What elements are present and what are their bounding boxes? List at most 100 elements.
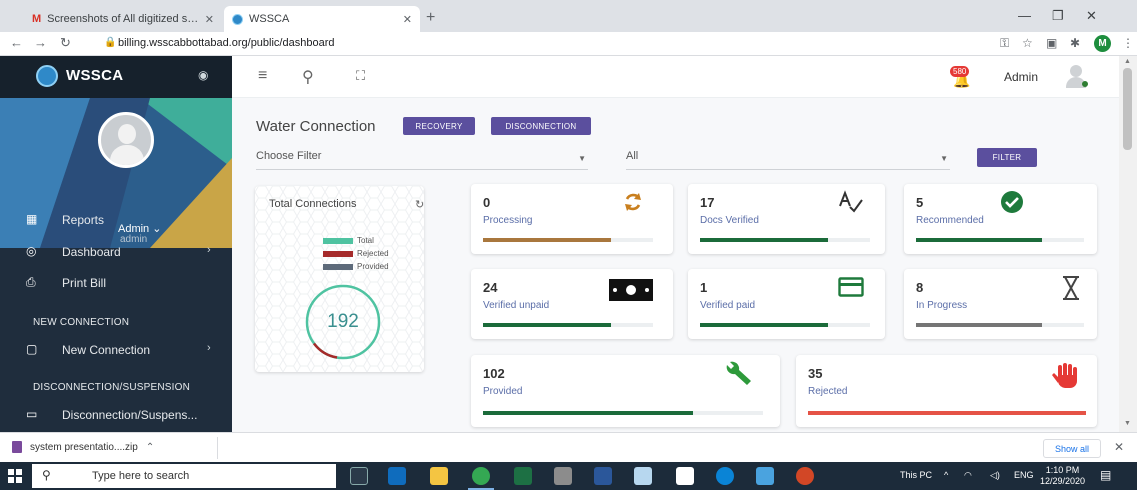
task-view-icon[interactable]: [350, 467, 368, 485]
filter-value-select[interactable]: All ▼: [626, 150, 950, 170]
edge-icon[interactable]: [716, 467, 734, 485]
tab-screenshots[interactable]: M Screenshots of All digitized syste ✕: [24, 6, 222, 32]
excel-icon[interactable]: [514, 467, 532, 485]
taskbar-clock[interactable]: 1:10 PM 12/29/2020: [1040, 465, 1085, 487]
progress-track: [700, 238, 870, 242]
show-all-button[interactable]: Show all: [1043, 439, 1101, 458]
sidebar-item-disconnection[interactable]: ▭ Disconnection/Suspens...: [0, 402, 232, 428]
sidebar-item-reports[interactable]: ▦ Reports: [0, 207, 232, 233]
sidebar-header: WSSCA ◉: [0, 56, 232, 98]
minimize-icon[interactable]: —: [1018, 8, 1031, 23]
section-new-connection: NEW CONNECTION: [33, 317, 130, 328]
legend-swatch: [323, 264, 353, 270]
new-tab-button[interactable]: +: [426, 9, 435, 27]
key-icon[interactable]: ⚿: [1000, 36, 1009, 51]
recovery-button[interactable]: RECOVERY: [403, 117, 475, 135]
restore-icon[interactable]: ❐: [1052, 8, 1064, 24]
wrench-icon: [726, 361, 751, 385]
sidebar-item-dashboard[interactable]: ◎ Dashboard ›: [0, 239, 232, 265]
progress-track: [700, 323, 870, 327]
fullscreen-icon[interactable]: ⛶: [356, 68, 365, 84]
stat-label: Recommended: [916, 215, 984, 226]
stat-card-processing[interactable]: 0 Processing: [471, 184, 673, 254]
legend-swatch: [323, 238, 353, 244]
progress-track: [808, 411, 1086, 415]
close-icon[interactable]: ✕: [403, 13, 412, 26]
reload-icon[interactable]: ↻: [60, 35, 71, 51]
volume-icon[interactable]: ◁): [990, 470, 1000, 481]
scroll-down-icon[interactable]: ▼: [1124, 420, 1131, 427]
url-field[interactable]: billing.wsscabbottabad.org/public/dashbo…: [118, 37, 334, 49]
sidebar-item-print-bill[interactable]: ⎙ Print Bill: [0, 270, 232, 296]
close-icon[interactable]: ✕: [1114, 440, 1124, 454]
disconnection-button[interactable]: DISCONNECTION: [491, 117, 591, 135]
stat-label: Verified unpaid: [483, 300, 550, 311]
outlook-icon[interactable]: [388, 467, 406, 485]
progress-track: [916, 238, 1084, 242]
chrome-icon[interactable]: [468, 467, 494, 490]
network-icon[interactable]: ◠: [964, 470, 972, 481]
stat-card-verified-unpaid[interactable]: 24 Verified unpaid: [471, 269, 673, 339]
notification-bell[interactable]: 🔔 580: [950, 66, 972, 88]
filter-value-label: All: [626, 150, 639, 162]
scrollbar-thumb[interactable]: [1123, 68, 1132, 150]
chevron-right-icon: ›: [207, 342, 211, 354]
page-scrollbar[interactable]: ▲ ▼: [1119, 56, 1137, 432]
sidebar-item-label: New Connection: [62, 343, 151, 357]
stat-card-verified-paid[interactable]: 1 Verified paid: [688, 269, 885, 339]
stat-label: Rejected: [808, 386, 848, 397]
brand-name: WSSCA: [66, 67, 124, 84]
window-close-icon[interactable]: ✕: [1086, 8, 1097, 24]
taskbar-search-input[interactable]: ⚲ Type here to search: [32, 464, 336, 488]
search-icon[interactable]: ⚲: [302, 67, 314, 87]
cash-icon: [609, 279, 653, 301]
spreadsheet-icon[interactable]: [634, 467, 652, 485]
screen: M Screenshots of All digitized syste ✕ W…: [0, 0, 1137, 490]
scroll-up-icon[interactable]: ▲: [1124, 58, 1131, 65]
stat-card-provided[interactable]: 102 Provided: [471, 355, 780, 427]
progress-track: [483, 238, 653, 242]
extension-icon[interactable]: ▣: [1046, 36, 1057, 50]
stat-card-recommended[interactable]: 5 Recommended: [904, 184, 1097, 254]
menu-kebab-icon[interactable]: ⋮: [1122, 36, 1134, 50]
choose-filter-select[interactable]: Choose Filter ▼: [256, 150, 588, 170]
stat-card-docs-verified[interactable]: 17 Docs Verified: [688, 184, 885, 254]
printer-icon: ⎙: [26, 275, 36, 289]
windows-start-icon[interactable]: [8, 469, 22, 483]
hamburger-icon[interactable]: ≡: [258, 67, 267, 85]
close-icon[interactable]: ✕: [205, 13, 214, 26]
document-icon[interactable]: [676, 467, 694, 485]
word-icon[interactable]: [594, 467, 612, 485]
star-icon[interactable]: ☆: [1022, 36, 1033, 50]
notification-center-icon[interactable]: ▤: [1100, 468, 1111, 482]
language-indicator[interactable]: ENG: [1014, 470, 1034, 480]
stat-card-in-progress[interactable]: 8 In Progress: [904, 269, 1097, 339]
paint-icon[interactable]: [554, 467, 572, 485]
sidebar-item-new-connection[interactable]: ▢ New Connection ›: [0, 337, 232, 363]
progress-fill: [700, 238, 828, 242]
powerpoint-icon[interactable]: [796, 467, 814, 485]
refresh-icon[interactable]: ↻: [415, 198, 424, 211]
globe-icon: [232, 13, 243, 25]
photos-icon[interactable]: [756, 467, 774, 485]
forward-icon[interactable]: →: [34, 35, 47, 50]
admin-label[interactable]: Admin: [1004, 70, 1038, 84]
back-icon[interactable]: ←: [10, 35, 23, 50]
file-explorer-icon[interactable]: [430, 467, 448, 485]
download-item[interactable]: system presentatio....zip ⌃: [12, 441, 154, 453]
avatar[interactable]: [98, 112, 154, 168]
admin-avatar[interactable]: [1064, 64, 1088, 88]
puzzle-icon[interactable]: ✱: [1070, 36, 1080, 50]
gmail-icon: M: [32, 13, 42, 25]
chevron-up-icon[interactable]: ⌃: [146, 442, 154, 453]
profile-avatar[interactable]: M: [1094, 35, 1111, 52]
tray-overflow-icon[interactable]: ^: [944, 470, 948, 480]
tray-label[interactable]: This PC: [900, 470, 932, 480]
sidebar-toggle-icon[interactable]: ◉: [198, 68, 208, 82]
tab-wssca[interactable]: WSSCA ✕: [224, 6, 420, 32]
filter-button[interactable]: FILTER: [977, 148, 1037, 167]
stat-label: Provided: [483, 386, 523, 397]
stat-card-rejected[interactable]: 35 Rejected: [796, 355, 1097, 427]
clipboard-icon: ▢: [26, 342, 38, 356]
sidebar-item-label: Dashboard: [62, 245, 121, 259]
